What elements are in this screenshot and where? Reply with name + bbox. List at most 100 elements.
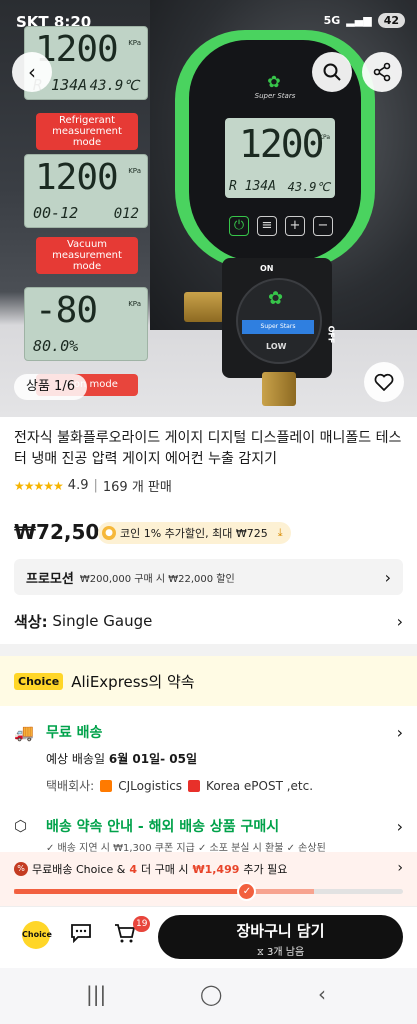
rating-separator: | xyxy=(93,478,98,493)
valve-off-label: OFF xyxy=(326,325,336,344)
product-image-carousel[interactable]: SKT 8:20 5G ▂▄▆ 42 1200 KPa R 134A 43.9℃… xyxy=(0,0,417,417)
mode-label-refrigerant: Refrigerant measurement mode xyxy=(36,113,138,150)
lcd-right: 43.9℃ xyxy=(89,78,139,94)
percent-icon: % xyxy=(14,862,28,876)
gauge-value: 1200 xyxy=(239,122,325,166)
system-nav-bar: ||| ◯ ‹ xyxy=(0,968,417,1024)
battery-indicator: 42 xyxy=(377,13,405,28)
lcd-unit: KPa xyxy=(128,39,141,47)
gauge-unit: KPa xyxy=(319,134,330,141)
promotion-row[interactable]: 프로모션 ₩200,000 구매 시 ₩22,000 할인 › xyxy=(14,559,403,595)
fs-suffix: 추가 필요 xyxy=(243,863,288,876)
lcd-value: -80 xyxy=(35,290,98,331)
recent-apps-icon[interactable]: ||| xyxy=(86,982,106,1006)
free-shipping-progress[interactable]: % 무료배송 Choice & 4 더 구매 시 ₩1,499 추가 필요 › ✓ xyxy=(0,852,417,906)
chevron-right-icon: › xyxy=(396,816,403,836)
valve-logo-icon: ✿ xyxy=(268,288,284,309)
share-icon xyxy=(373,62,391,82)
add-to-cart-button[interactable]: 장바구니 담기 ⧖ 3개 남음 xyxy=(158,915,403,959)
lcd-left: 00-12 xyxy=(33,204,79,222)
back-nav-icon[interactable]: ‹ xyxy=(318,982,326,1006)
fs-mid: 더 구매 시 xyxy=(140,863,189,876)
cj-logo-icon xyxy=(100,779,113,792)
color-option-row[interactable]: 색상: Single Gauge › xyxy=(14,608,403,634)
coin-offer-text: 코인 1% 추가할인, 최대 ₩725 xyxy=(120,527,268,540)
heart-icon xyxy=(374,373,394,391)
lcd-unit: KPa xyxy=(128,300,141,308)
gauge-temp: 43.9℃ xyxy=(287,180,330,194)
power-icon: ⏻ xyxy=(229,216,249,236)
notice-subtext: ✓ 배송 지연 시 ₩1,300 쿠폰 지급 ✓ 소포 분실 시 환불 ✓ 손상… xyxy=(46,843,326,852)
notice-title: 배송 약속 안내 - 해외 배송 상품 구매시 xyxy=(46,819,280,835)
shield-icon: ⬡ xyxy=(14,817,28,835)
lcd-unit: KPa xyxy=(128,167,141,175)
carrier-row: 택배회사: CJLogistics Korea ePOST ,etc. xyxy=(46,777,403,794)
choice-store-button[interactable]: Choice xyxy=(22,921,52,949)
valve-brand: Super Stars xyxy=(242,320,314,334)
promotion-key: 프로모션 xyxy=(26,571,74,587)
color-option-label: 색상: xyxy=(14,612,48,631)
plus-icon: + xyxy=(285,216,305,236)
stock-left-text: 3개 남음 xyxy=(267,947,305,958)
chevron-right-icon: › xyxy=(396,722,403,742)
wishlist-button[interactable] xyxy=(364,362,404,402)
chat-icon[interactable] xyxy=(70,923,92,948)
free-shipping-title: 무료 배송 xyxy=(46,725,103,741)
rating-value: 4.9 xyxy=(67,478,89,493)
cart-count-badge: 19 xyxy=(133,916,151,932)
brand-logo-icon: ✿ xyxy=(267,72,281,91)
color-option-value: Single Gauge xyxy=(52,612,153,630)
lcd-panel-vacuum: 1200 KPa 00-12 012 xyxy=(24,154,148,228)
chevron-right-icon: › xyxy=(384,567,391,587)
gauge-screen: 1200 KPa R 134A 43.9℃ xyxy=(225,118,335,198)
add-to-cart-label: 장바구니 담기 xyxy=(236,922,325,940)
aliexpress-promise-header: Choice AliExpress의 약속 xyxy=(0,656,417,706)
menu-icon: ≡ xyxy=(257,216,277,236)
bottom-action-bar: Choice 19 장바구니 담기 ⧖ 3개 남음 xyxy=(0,906,417,968)
valve-body: ON OFF ✿ Super Stars LOW xyxy=(222,258,336,378)
coin-icon: ● xyxy=(102,526,116,540)
rating-row[interactable]: ★★★★★ 4.9 | 169 개 판매 xyxy=(14,476,172,495)
hourglass-icon: ⧖ xyxy=(256,947,264,958)
lcd-right: 012 xyxy=(113,206,139,222)
home-icon[interactable]: ◯ xyxy=(200,982,222,1006)
back-button[interactable]: ‹ xyxy=(12,52,52,92)
coin-discount-badge[interactable]: ● 코인 1% 추가할인, 최대 ₩725 ⤓ xyxy=(98,522,291,544)
search-icon xyxy=(323,63,341,81)
product-title: 전자식 불화플루오라이드 게이지 디지털 디스플레이 매니폴드 테스터 냉매 진… xyxy=(14,430,402,467)
share-button[interactable] xyxy=(362,52,402,92)
sold-count: 169 개 판매 xyxy=(102,480,172,495)
gauge-refrigerant: R 134A xyxy=(229,179,276,194)
valve-knob: ✿ Super Stars LOW xyxy=(236,278,322,364)
promise-title: AliExpress의 약속 xyxy=(71,672,195,691)
eta-label: 예상 배송일 xyxy=(46,752,106,766)
network-indicator: 5G xyxy=(323,14,341,27)
signal-icon: ▂▄▆ xyxy=(346,14,372,27)
lcd-panel-third: -80 KPa 80.0% xyxy=(24,287,148,361)
free-shipping-text: % 무료배송 Choice & 4 더 구매 시 ₩1,499 추가 필요 xyxy=(14,861,287,877)
fs-prefix: 무료배송 Choice & xyxy=(32,863,126,876)
search-button[interactable] xyxy=(312,52,352,92)
eta-value: 6월 01일- 05일 xyxy=(108,752,198,766)
progress-track: ✓ xyxy=(14,882,403,901)
brass-fitting-bottom xyxy=(262,372,296,406)
chevron-left-icon: ‹ xyxy=(28,60,36,84)
mode-label-vacuum: Vacuum measurement mode xyxy=(36,237,138,274)
chevron-right-icon: › xyxy=(397,860,403,876)
valve-on-label: ON xyxy=(260,264,274,273)
lcd-left: 80.0% xyxy=(33,337,79,355)
chevron-right-icon: › xyxy=(396,611,403,631)
delivery-eta: 예상 배송일 6월 01일- 05일 xyxy=(46,750,403,767)
delivery-promise-notice[interactable]: ⬡ 배송 약속 안내 - 해외 배송 상품 구매시 › xyxy=(14,816,403,836)
fs-count: 4 xyxy=(129,862,137,876)
minus-icon: − xyxy=(313,216,333,236)
image-pager: 상품 1/6 xyxy=(14,374,87,400)
carrier-label: 택배회사: xyxy=(46,779,95,793)
progress-fill xyxy=(14,889,248,894)
stock-left: ⧖ 3개 남음 xyxy=(158,943,403,958)
shipping-section[interactable]: 🚚 무료 배송 › 예상 배송일 6월 01일- 05일 택배회사: CJLog… xyxy=(14,722,403,794)
lcd-value: 1200 xyxy=(35,157,119,198)
download-icon: ⤓ xyxy=(277,526,283,539)
status-right: 5G ▂▄▆ 42 xyxy=(324,13,405,28)
carrier-cj: CJLogistics xyxy=(118,778,183,793)
